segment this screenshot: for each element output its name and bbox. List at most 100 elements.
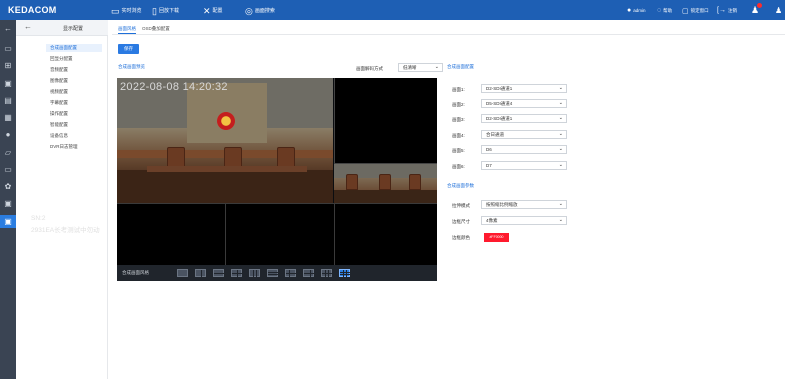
logout-icon: [→ xyxy=(717,7,726,14)
file-icon: ▯ xyxy=(152,5,157,16)
lock-window-link[interactable]: ▢ 锁定窗口 xyxy=(682,6,709,15)
screen-icon[interactable]: ▣ xyxy=(0,197,16,210)
channel-2-select[interactable]: D5-SDI通道4 ⌄ xyxy=(481,99,567,108)
layout-option[interactable] xyxy=(231,269,242,277)
user-menu[interactable]: ● admin xyxy=(627,6,646,15)
tab-osd-overlay[interactable]: OSD叠加配置 xyxy=(142,24,170,34)
layout-option[interactable] xyxy=(321,269,332,277)
camera-icon[interactable]: ▣ xyxy=(0,77,16,90)
menu-item-smart[interactable]: 智能配置 xyxy=(50,121,68,129)
nav-live-view[interactable]: ▭ 实时浏览 xyxy=(111,6,142,15)
help-icon: ◌ xyxy=(657,7,662,14)
channel-1-label: 画面1: xyxy=(452,87,465,92)
nav-config[interactable]: ✕ 配置 xyxy=(203,6,223,15)
chevron-down-icon: ⌄ xyxy=(558,146,563,152)
layout-option[interactable] xyxy=(285,269,296,277)
monitor-icon[interactable]: ▭ xyxy=(0,42,16,55)
border-size-label: 边框尺寸 xyxy=(452,219,470,224)
chevron-down-icon: ⌄ xyxy=(558,131,563,137)
menu-item-audio[interactable]: 音频配置 xyxy=(50,66,68,74)
chevron-down-icon: ⌄ xyxy=(434,64,439,70)
layout-option[interactable] xyxy=(195,269,206,277)
chevron-down-icon: ⌄ xyxy=(558,201,563,207)
chevron-down-icon: ⌄ xyxy=(558,115,563,121)
decode-mode-select[interactable]: 低清晰 ⌄ xyxy=(398,63,443,72)
channel-6-select[interactable]: D7 ⌄ xyxy=(481,161,567,170)
layout-option-active[interactable] xyxy=(339,269,350,277)
channel-2-label: 画面2: xyxy=(452,102,465,107)
logo: KEDACOM xyxy=(8,5,57,15)
menu-item-echo[interactable]: 回显分配置 xyxy=(50,55,73,63)
globe-icon[interactable]: ● xyxy=(0,128,16,141)
logout-link[interactable]: [→ 注销 xyxy=(717,6,737,15)
channel-6-label: 画面6: xyxy=(452,164,465,169)
wrench-icon: ✕ xyxy=(203,5,211,16)
camera-view-main xyxy=(117,78,333,203)
arrow-left-icon[interactable]: ← xyxy=(0,22,16,35)
nav-playback[interactable]: ▯ 回放下载 xyxy=(152,6,179,15)
menu-item-operation[interactable]: 操作配置 xyxy=(50,110,68,118)
user-icon: ● xyxy=(627,7,632,14)
side-menu: 合成画面配置 回显分配置 音频配置 图像配置 视频配置 字幕配置 操作配置 智能… xyxy=(38,20,108,379)
chevron-down-icon: ⌄ xyxy=(558,85,563,91)
channel-3-select[interactable]: D2-SDI通道1 ⌄ xyxy=(481,114,567,123)
menu-item-composite[interactable]: 合成画面配置 xyxy=(50,44,77,52)
top-bar: KEDACOM ▭ 实时浏览 ▯ 回放下载 ✕ 配置 ◎ 画面搜索 ● admi… xyxy=(0,0,785,20)
composite-preview[interactable]: 2022-08-08 14:20:32 合成画面风格 xyxy=(117,78,437,281)
osd-timestamp: 2022-08-08 14:20:32 xyxy=(120,81,228,93)
menu-item-video[interactable]: 视频配置 xyxy=(50,88,68,96)
layout-option[interactable] xyxy=(267,269,278,277)
osd-caption: 2931EA长考测试中勿动 xyxy=(31,227,100,234)
layout-selector: 合成画面风格 xyxy=(117,265,437,281)
layout-option[interactable] xyxy=(249,269,260,277)
display-icon[interactable]: ▣ xyxy=(0,215,16,228)
channel-1-select[interactable]: D2-SDI通道1 ⌄ xyxy=(481,84,567,93)
menu-item-image[interactable]: 图像配置 xyxy=(50,77,68,85)
notification-badge xyxy=(757,3,762,8)
folder-icon[interactable]: ▱ xyxy=(0,146,16,159)
notification-button[interactable]: ♟ xyxy=(751,3,762,15)
channel-4-select[interactable]: 合日通道 ⌄ xyxy=(481,130,567,139)
tab-screen-style[interactable]: 画面风格 xyxy=(118,24,136,34)
help-link[interactable]: ◌ 帮助 xyxy=(657,6,672,15)
menu-title: 显示配置 xyxy=(63,26,84,32)
save-button[interactable]: 保存 xyxy=(118,44,139,54)
layout-option[interactable] xyxy=(213,269,224,277)
osd-serial: SN:2 xyxy=(31,215,46,222)
channel-5-select[interactable]: D6 ⌄ xyxy=(481,145,567,154)
menu-item-device-info[interactable]: 设备信息 xyxy=(50,132,68,140)
chevron-down-icon: ⌄ xyxy=(558,217,563,223)
layout-label: 合成画面风格 xyxy=(122,270,149,275)
database-icon[interactable]: ▦ xyxy=(0,111,16,124)
back-button[interactable]: ← xyxy=(24,22,32,31)
film-icon[interactable]: ▤ xyxy=(0,94,16,107)
preview-section-title: 合成画面预览 xyxy=(118,64,145,69)
channel-4-label: 画面4: xyxy=(452,133,465,138)
account-icon[interactable]: ♟ xyxy=(775,6,782,15)
channel-3-label: 画面3: xyxy=(452,117,465,122)
border-size-select[interactable]: 4像素 ⌄ xyxy=(481,216,567,225)
chevron-down-icon: ⌄ xyxy=(558,162,563,168)
menu-header: ← 显示配置 xyxy=(16,20,108,36)
menu-item-dvr-log[interactable]: DVR日志管理 xyxy=(50,143,78,151)
config-section-title: 合成画面配置 xyxy=(447,64,474,69)
border-color-label: 边框颜色 xyxy=(452,235,470,240)
layout-option[interactable] xyxy=(177,269,188,277)
border-color-swatch[interactable]: #FF0000 xyxy=(484,233,509,242)
tab-bar: 画面风格 OSD叠加配置 xyxy=(118,24,170,34)
grid-icon[interactable]: ⊞ xyxy=(0,59,16,72)
nav-image-search[interactable]: ◎ 画面搜索 xyxy=(245,6,275,15)
stretch-mode-select[interactable]: 按照缩比例缩放 ⌄ xyxy=(481,200,567,209)
camera-view-right xyxy=(334,164,437,203)
monitor-icon: ▭ xyxy=(111,5,120,16)
stretch-mode-label: 拉伸模式 xyxy=(452,203,470,208)
search-icon: ◎ xyxy=(245,5,253,16)
chevron-down-icon: ⌄ xyxy=(558,100,563,106)
lock-icon: ▢ xyxy=(682,7,689,15)
camera-view-empty xyxy=(334,78,437,164)
card-icon[interactable]: ▭ xyxy=(0,163,16,176)
menu-item-subtitle[interactable]: 字幕配置 xyxy=(50,99,68,107)
decode-mode-label: 画面解码方式 xyxy=(356,66,383,71)
layout-option[interactable] xyxy=(303,269,314,277)
gear-icon[interactable]: ✿ xyxy=(0,180,16,193)
